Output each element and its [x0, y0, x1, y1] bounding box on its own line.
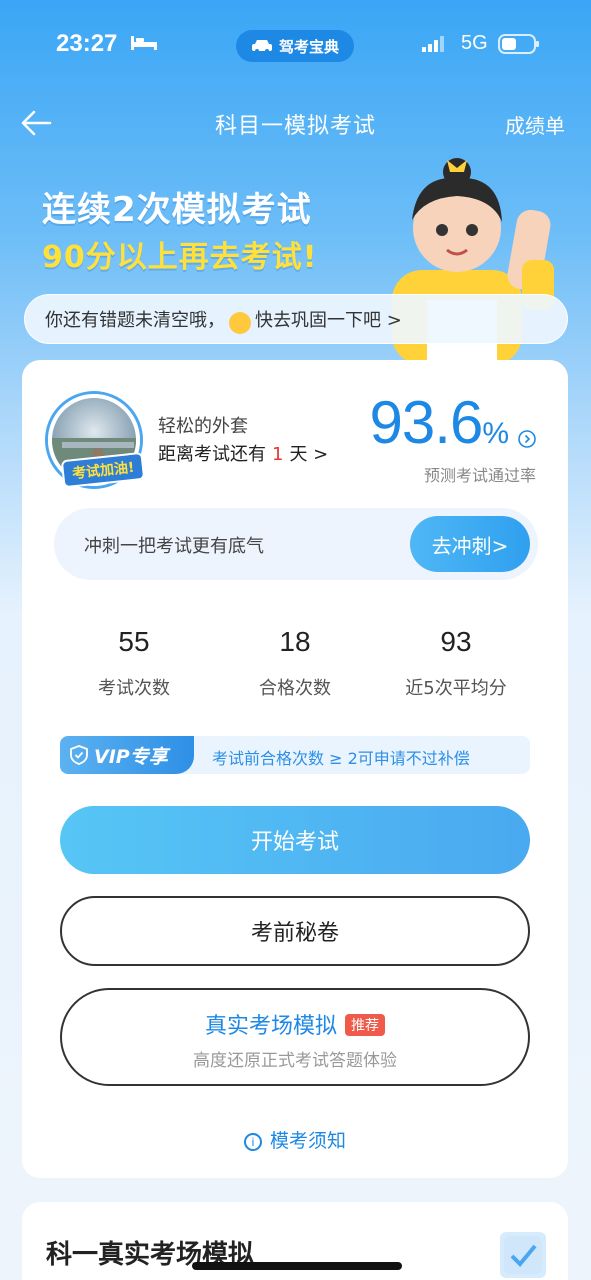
notice-action: 快去巩固一下吧 > — [255, 310, 402, 331]
wrong-questions-notice[interactable]: 你还有错题未清空哦， 快去巩固一下吧 > — [24, 294, 568, 344]
sprint-button[interactable]: 去冲刺> — [410, 516, 530, 572]
stat-label: 合格次数 — [259, 678, 331, 699]
shield-icon — [70, 745, 88, 765]
exam-countdown[interactable]: 距离考试还有 1 天 > — [158, 440, 328, 466]
secret-paper-button[interactable]: 考前秘卷 — [60, 896, 530, 966]
stat-average-score: 93 近5次平均分 — [376, 626, 536, 700]
pass-rate-value[interactable]: 93.6% — [369, 388, 509, 457]
checkbox-illustration-icon — [500, 1232, 546, 1278]
start-exam-button[interactable]: 开始考试 — [60, 806, 530, 874]
signal-icon — [422, 36, 444, 52]
stat-value: 55 — [118, 626, 150, 657]
user-name: 轻松的外套 — [158, 416, 248, 437]
exam-card: 考试加油! 轻松的外套 距离考试还有 1 天 > 93.6% 预测考试通过率 冲刺一… — [22, 360, 568, 1178]
status-bar: 23:27 驾考宝典 5G — [0, 0, 591, 90]
stat-label: 近5次平均分 — [405, 678, 507, 699]
app-pill[interactable]: 驾考宝典 — [236, 30, 354, 62]
vip-tag-label: VIP专享 — [94, 745, 168, 768]
real-exam-subtitle: 高度还原正式考试答题体验 — [193, 1051, 397, 1071]
sprint-bar: 冲刺一把考试更有底气 去冲刺> — [54, 508, 538, 580]
countdown-suffix: 天 > — [289, 444, 329, 465]
banner-headline: 连续2次模拟考试 — [42, 190, 312, 230]
stat-pass-count: 18 合格次数 — [215, 626, 375, 700]
exam-notes-label: 模考须知 — [269, 1130, 346, 1152]
battery-icon — [498, 34, 539, 54]
home-indicator[interactable] — [192, 1262, 402, 1270]
countdown-prefix: 距离考试还有 — [158, 444, 266, 465]
vip-compensation-bar[interactable]: VIP专享 考试前合格次数 ≥ 2可申请不过补偿 — [60, 736, 530, 774]
bed-icon — [131, 36, 157, 50]
stat-value: 93 — [440, 626, 472, 657]
sprint-text: 冲刺一把考试更有底气 — [84, 536, 264, 557]
chevron-right-icon[interactable] — [518, 430, 536, 448]
real-exam-title-row: 真实考场模拟 推荐 — [62, 1008, 528, 1040]
exam-notes-link[interactable]: i 模考须知 — [22, 1126, 568, 1153]
network-type: 5G — [461, 32, 488, 54]
car-icon — [251, 40, 272, 53]
info-icon: i — [243, 1133, 262, 1151]
pass-rate-unit: % — [482, 417, 509, 450]
pass-rate-label: 预测考试通过率 — [423, 466, 536, 485]
pass-rate-number: 93.6 — [369, 389, 484, 456]
report-card-link[interactable]: 成绩单 — [505, 110, 565, 139]
smile-emoji-icon — [229, 312, 251, 334]
stat-label: 考试次数 — [98, 678, 170, 699]
status-time: 23:27 — [56, 30, 118, 57]
banner-subheadline: 90分以上再去考试! — [42, 240, 318, 275]
page-title: 科目一模拟考试 — [214, 114, 376, 139]
real-exam-title: 真实考场模拟 — [204, 1014, 337, 1039]
real-exam-simulation-button[interactable]: 真实考场模拟 推荐 高度还原正式考试答题体验 — [60, 988, 530, 1086]
recommend-badge: 推荐 — [345, 1014, 385, 1036]
countdown-days: 1 — [272, 444, 284, 465]
stat-exam-count: 55 考试次数 — [54, 626, 214, 700]
notice-text: 你还有错题未清空哦， — [45, 310, 225, 331]
nav-bar: 科目一模拟考试 成绩单 — [0, 96, 591, 152]
stat-value: 18 — [279, 626, 311, 657]
app-pill-label: 驾考宝典 — [278, 37, 339, 56]
vip-tag: VIP专享 — [60, 736, 194, 774]
vip-text: 考试前合格次数 ≥ 2可申请不过补偿 — [212, 749, 470, 768]
